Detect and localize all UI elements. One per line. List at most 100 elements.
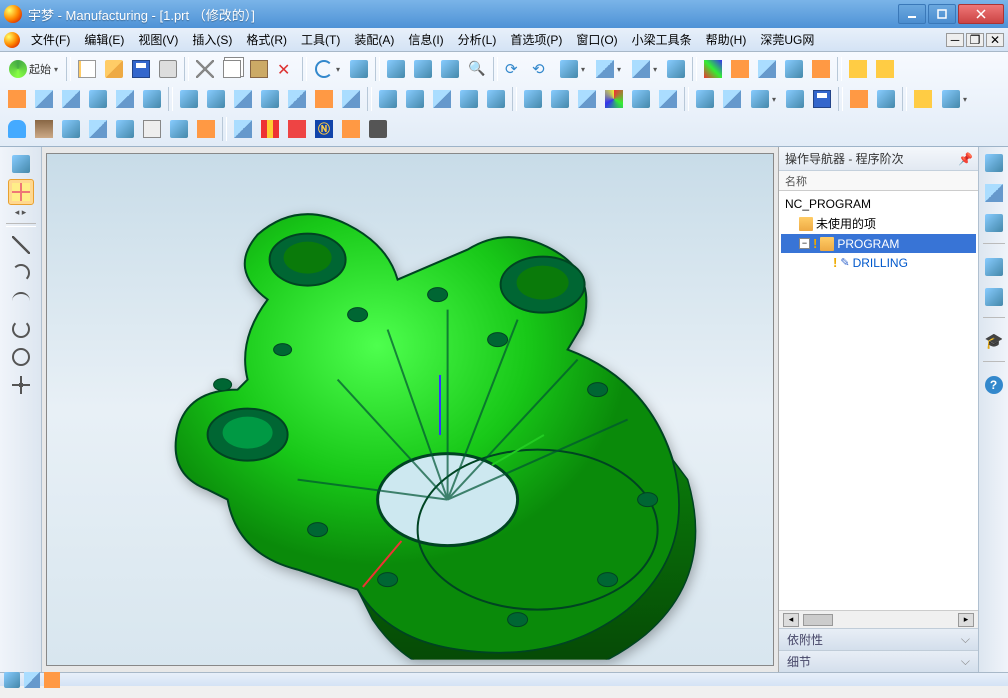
menu-assembly[interactable]: 装配(A) (347, 28, 401, 51)
tb-r3-text[interactable] (338, 116, 364, 142)
tb-r2-3[interactable] (58, 86, 84, 112)
lt-spline[interactable] (8, 288, 34, 314)
tb-r3-7[interactable] (166, 116, 192, 142)
pin-icon[interactable]: 📌 (958, 152, 972, 166)
tree-root[interactable]: NC_PROGRAM (781, 195, 976, 213)
tb-r2-17[interactable] (456, 86, 482, 112)
tb-r2-7[interactable] (176, 86, 202, 112)
tb-r2-13[interactable] (338, 86, 364, 112)
mdi-close-button[interactable]: ✕ (986, 33, 1004, 47)
tb-r2-6[interactable] (139, 86, 165, 112)
tb-btn-csys5[interactable] (808, 56, 834, 82)
tb-r2-27[interactable]: ▾ (746, 86, 781, 112)
tb-r2-1[interactable] (4, 86, 30, 112)
menu-file[interactable]: 文件(F) (24, 28, 77, 51)
tb-r2-15[interactable] (402, 86, 428, 112)
tb-btn-a2[interactable] (410, 56, 436, 82)
nav-column-header[interactable]: 名称 (779, 171, 978, 191)
3d-viewport[interactable] (46, 153, 774, 666)
tb-r2-5[interactable] (112, 86, 138, 112)
tb-btn-csys2[interactable] (727, 56, 753, 82)
rd-part[interactable] (982, 181, 1006, 205)
menu-help[interactable]: 帮助(H) (699, 28, 754, 51)
menu-preferences[interactable]: 首选项(P) (503, 28, 569, 51)
tb-r2-29[interactable] (809, 86, 835, 112)
lt-line[interactable] (8, 232, 34, 258)
tb-btn-a1[interactable] (383, 56, 409, 82)
menu-insert[interactable]: 插入(S) (185, 28, 239, 51)
rd-learn[interactable]: 🎓 (982, 329, 1006, 353)
close-button[interactable] (958, 4, 1004, 24)
menu-info[interactable]: 信息(I) (401, 28, 450, 51)
delete-button[interactable]: ✕ (273, 56, 299, 82)
nav-hscrollbar[interactable]: ◂ ▸ (779, 610, 978, 628)
tb-btn-render[interactable]: ▾ (627, 56, 662, 82)
rd-res2[interactable] (982, 285, 1006, 309)
tb-btn-wcs[interactable] (663, 56, 689, 82)
tb-r2-10[interactable] (257, 86, 283, 112)
maximize-button[interactable] (928, 4, 956, 24)
tb-r2-8[interactable] (203, 86, 229, 112)
tree-unused[interactable]: 未使用的项 (781, 213, 976, 234)
tb-r2-4[interactable] (85, 86, 111, 112)
rd-nav[interactable] (982, 151, 1006, 175)
tb-r2-26[interactable] (719, 86, 745, 112)
menu-xiaoliang[interactable]: 小梁工具条 (625, 28, 699, 51)
lt-select[interactable] (8, 151, 34, 177)
tb-r2-24[interactable] (655, 86, 681, 112)
tb-btn-csys4[interactable] (781, 56, 807, 82)
minimize-button[interactable] (898, 4, 926, 24)
tb-r2-30[interactable] (846, 86, 872, 112)
tree-program[interactable]: − ! PROGRAM (781, 234, 976, 253)
tb-btn-layer[interactable]: ▾ (555, 56, 590, 82)
tb-btn-csys3[interactable] (754, 56, 780, 82)
tb-r2-14[interactable] (375, 86, 401, 112)
paste-button[interactable] (246, 56, 272, 82)
tb-btn-csys1[interactable] (700, 56, 726, 82)
tb-r3-4[interactable] (85, 116, 111, 142)
lt-crosshair[interactable] (8, 179, 34, 205)
menu-analysis[interactable]: 分析(L) (451, 28, 504, 51)
menu-window[interactable]: 窗口(O) (569, 28, 624, 51)
tb-r2-23[interactable] (628, 86, 654, 112)
tb-r2-22[interactable] (601, 86, 627, 112)
print-button[interactable] (155, 56, 181, 82)
menu-ugnet[interactable]: 深莞UG网 (753, 28, 821, 51)
tb-r2-32[interactable] (910, 86, 936, 112)
tb-r2-31[interactable] (873, 86, 899, 112)
rd-help[interactable]: ? (982, 373, 1006, 397)
copy-button[interactable] (219, 56, 245, 82)
mdi-restore-button[interactable]: ❐ (966, 33, 984, 47)
open-button[interactable] (101, 56, 127, 82)
lt-point[interactable] (8, 372, 34, 398)
new-button[interactable] (74, 56, 100, 82)
tb-btn-a3[interactable] (437, 56, 463, 82)
lt-arc[interactable] (8, 260, 34, 286)
tb-r2-20[interactable] (547, 86, 573, 112)
rd-res1[interactable] (982, 255, 1006, 279)
tb-r2-19[interactable] (520, 86, 546, 112)
tb-r2-28[interactable] (782, 86, 808, 112)
cut-button[interactable] (192, 56, 218, 82)
save-button[interactable] (128, 56, 154, 82)
tb-r3-n[interactable]: Ⓝ (311, 116, 337, 142)
scroll-left-button[interactable]: ◂ (783, 613, 799, 627)
tb-r3-9[interactable] (230, 116, 256, 142)
nav-details-section[interactable]: 细节 (779, 650, 978, 672)
tb-r3-cam[interactable] (365, 116, 391, 142)
tb-r3-2[interactable] (31, 116, 57, 142)
tree-drilling[interactable]: ! ✎ DRILLING (781, 253, 976, 272)
tb-r3-8[interactable] (193, 116, 219, 142)
tb-r2-9[interactable] (230, 86, 256, 112)
tb-r2-12[interactable] (311, 86, 337, 112)
tb-r2-18[interactable] (483, 86, 509, 112)
scroll-right-button[interactable]: ▸ (958, 613, 974, 627)
nav-dependency-section[interactable]: 依附性 (779, 628, 978, 650)
tb-btn-refresh[interactable]: ⟳ (501, 56, 527, 82)
rd-asm[interactable] (982, 211, 1006, 235)
tb-r2-25[interactable] (692, 86, 718, 112)
lt-circle[interactable] (8, 344, 34, 370)
tb-r3-6[interactable] (139, 116, 165, 142)
tb-r2-16[interactable] (429, 86, 455, 112)
menu-edit[interactable]: 编辑(E) (77, 28, 131, 51)
